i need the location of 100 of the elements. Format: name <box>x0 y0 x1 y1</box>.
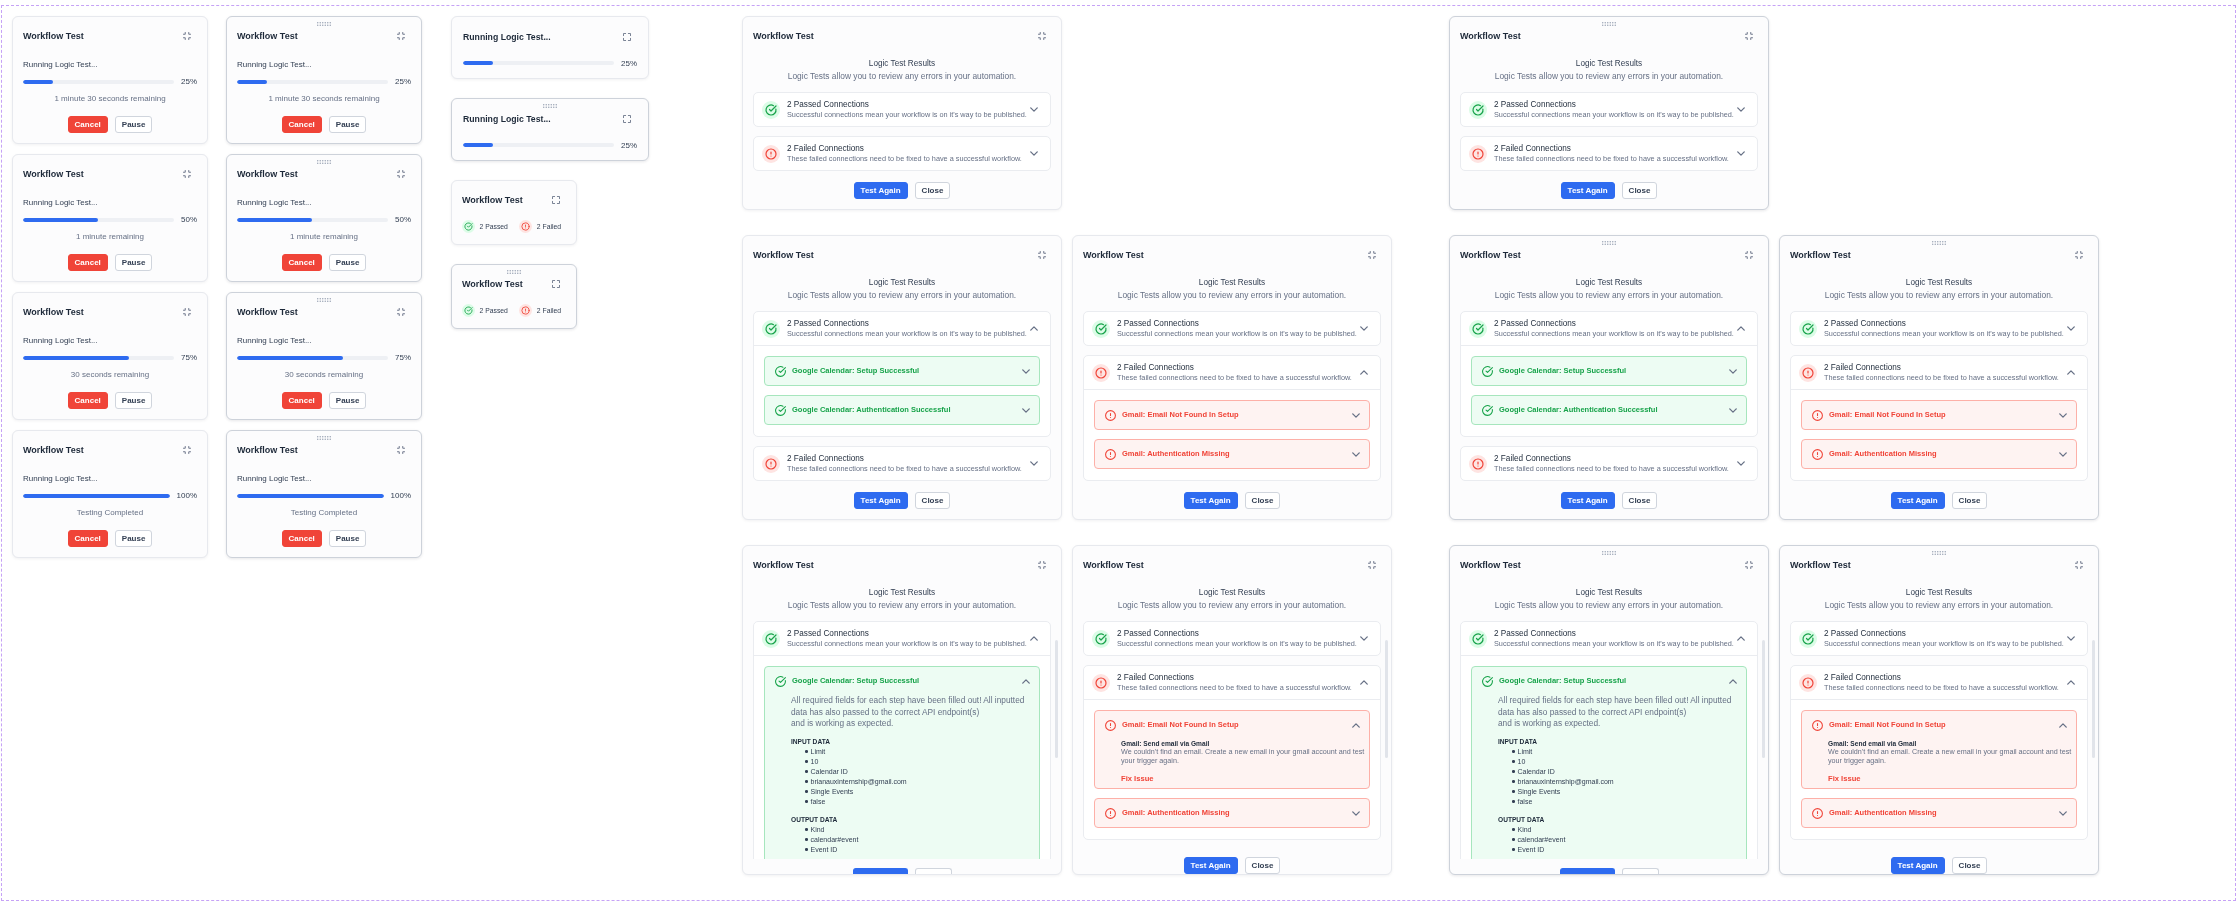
pause-button[interactable]: Pause <box>328 392 367 409</box>
cancel-button[interactable]: Cancel <box>67 116 108 133</box>
chevron-down-icon[interactable] <box>2067 326 2075 331</box>
chevron-up-icon[interactable] <box>1729 678 1737 684</box>
cut-off-button[interactable] <box>1559 868 1615 874</box>
close-button[interactable]: Close <box>1244 492 1281 509</box>
chevron-up-icon[interactable] <box>1030 326 1038 331</box>
drag-handle-icon[interactable] <box>1932 551 1946 555</box>
close-button[interactable]: Close <box>1621 492 1658 509</box>
test-again-button[interactable]: Test Again <box>1560 182 1615 199</box>
test-again-button[interactable]: Test Again <box>1183 492 1238 509</box>
chevron-down-icon[interactable] <box>1352 810 1360 816</box>
minimize-icon[interactable] <box>2075 561 2083 569</box>
chevron-down-icon[interactable] <box>2059 451 2067 457</box>
chevron-up-icon[interactable] <box>1737 636 1745 641</box>
expand-icon[interactable] <box>552 280 560 288</box>
cancel-button[interactable]: Cancel <box>281 392 322 409</box>
pause-button[interactable]: Pause <box>328 116 367 133</box>
chevron-down-icon[interactable] <box>2059 810 2067 816</box>
pause-button[interactable]: Pause <box>114 530 153 547</box>
cancel-button[interactable]: Cancel <box>281 116 322 133</box>
pause-button[interactable]: Pause <box>114 254 153 271</box>
chevron-up-icon[interactable] <box>2067 680 2075 685</box>
test-again-button[interactable]: Test Again <box>1890 857 1945 874</box>
minimize-icon[interactable] <box>397 170 405 178</box>
chevron-down-icon[interactable] <box>1360 636 1368 641</box>
chevron-down-icon[interactable] <box>2067 636 2075 641</box>
minimize-icon[interactable] <box>1745 251 1753 259</box>
test-again-button[interactable]: Test Again <box>853 492 908 509</box>
drag-handle-icon[interactable] <box>317 160 331 164</box>
drag-handle-icon[interactable] <box>317 436 331 440</box>
chevron-up-icon[interactable] <box>1737 326 1745 331</box>
expand-icon[interactable] <box>552 196 560 204</box>
test-again-button[interactable]: Test Again <box>853 182 908 199</box>
chevron-up-icon[interactable] <box>1352 722 1360 728</box>
chevron-down-icon[interactable] <box>1729 368 1737 374</box>
drag-handle-icon[interactable] <box>1602 22 1616 26</box>
chevron-down-icon[interactable] <box>1360 326 1368 331</box>
chevron-up-icon[interactable] <box>1030 636 1038 641</box>
cancel-button[interactable]: Cancel <box>281 530 322 547</box>
minimize-icon[interactable] <box>397 446 405 454</box>
chevron-up-icon[interactable] <box>2067 370 2075 375</box>
minimize-icon[interactable] <box>1745 561 1753 569</box>
close-button[interactable]: Close <box>1951 857 1988 874</box>
drag-handle-icon[interactable] <box>1602 551 1616 555</box>
close-button[interactable]: Close <box>1951 492 1988 509</box>
pause-button[interactable]: Pause <box>328 530 367 547</box>
expand-icon[interactable] <box>623 33 631 41</box>
test-again-button[interactable]: Test Again <box>1560 492 1615 509</box>
cancel-button[interactable]: Cancel <box>67 254 108 271</box>
chevron-down-icon[interactable] <box>2059 412 2067 418</box>
minimize-icon[interactable] <box>1745 32 1753 40</box>
chevron-down-icon[interactable] <box>1022 407 1030 413</box>
drag-handle-icon[interactable] <box>1602 241 1616 245</box>
chevron-up-icon[interactable] <box>2059 722 2067 728</box>
pause-button[interactable]: Pause <box>114 116 153 133</box>
minimize-icon[interactable] <box>183 170 191 178</box>
success-item[interactable] <box>1471 666 1747 859</box>
close-button[interactable]: Close <box>1621 182 1658 199</box>
minimize-icon[interactable] <box>1038 32 1046 40</box>
minimize-icon[interactable] <box>183 308 191 316</box>
cancel-button[interactable]: Cancel <box>67 392 108 409</box>
close-button[interactable]: Close <box>914 492 951 509</box>
chevron-down-icon[interactable] <box>1022 368 1030 374</box>
close-button[interactable]: Close <box>914 182 951 199</box>
success-item[interactable] <box>764 666 1040 859</box>
chevron-down-icon[interactable] <box>1030 461 1038 466</box>
test-again-button[interactable]: Test Again <box>1890 492 1945 509</box>
pause-button[interactable]: Pause <box>328 254 367 271</box>
chevron-down-icon[interactable] <box>1352 451 1360 457</box>
minimize-icon[interactable] <box>183 32 191 40</box>
close-button[interactable]: Close <box>1244 857 1281 874</box>
test-again-button[interactable]: Test Again <box>1183 857 1238 874</box>
chevron-down-icon[interactable] <box>1030 151 1038 156</box>
chevron-down-icon[interactable] <box>1737 461 1745 466</box>
chevron-down-icon[interactable] <box>1352 412 1360 418</box>
minimize-icon[interactable] <box>183 446 191 454</box>
drag-handle-icon[interactable] <box>1932 241 1946 245</box>
drag-handle-icon[interactable] <box>543 104 557 108</box>
chevron-down-icon[interactable] <box>1729 407 1737 413</box>
chevron-up-icon[interactable] <box>1022 678 1030 684</box>
drag-handle-icon[interactable] <box>317 22 331 26</box>
cancel-button[interactable]: Cancel <box>67 530 108 547</box>
drag-handle-icon[interactable] <box>507 270 521 274</box>
minimize-icon[interactable] <box>1368 251 1376 259</box>
minimize-icon[interactable] <box>397 308 405 316</box>
chevron-down-icon[interactable] <box>1737 107 1745 112</box>
chevron-down-icon[interactable] <box>1030 107 1038 112</box>
drag-handle-icon[interactable] <box>317 298 331 302</box>
chevron-up-icon[interactable] <box>1360 370 1368 375</box>
expand-icon[interactable] <box>623 115 631 123</box>
minimize-icon[interactable] <box>1038 561 1046 569</box>
cut-off-button[interactable] <box>852 868 908 874</box>
chevron-down-icon[interactable] <box>1737 151 1745 156</box>
pause-button[interactable]: Pause <box>114 392 153 409</box>
minimize-icon[interactable] <box>397 32 405 40</box>
cancel-button[interactable]: Cancel <box>281 254 322 271</box>
chevron-up-icon[interactable] <box>1360 680 1368 685</box>
minimize-icon[interactable] <box>2075 251 2083 259</box>
minimize-icon[interactable] <box>1368 561 1376 569</box>
